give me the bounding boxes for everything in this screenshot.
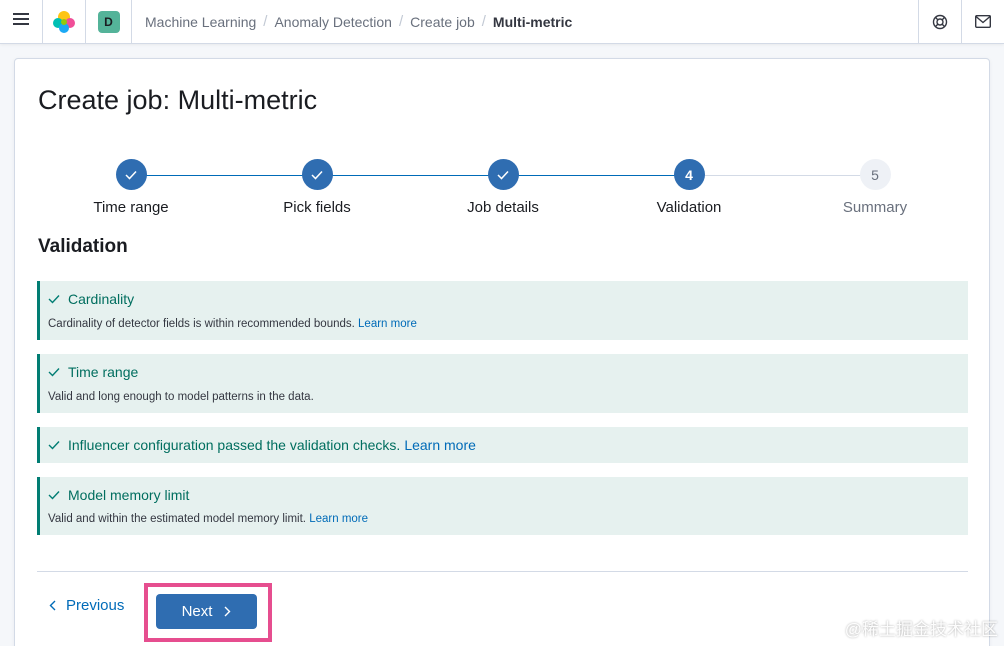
callout-body: Valid and within the estimated model mem… <box>48 513 368 525</box>
wizard-steps: Time range Pick fields Job details 4 Val… <box>15 159 991 219</box>
callout-header: Influencer configuration passed the vali… <box>48 437 476 453</box>
step-label: Time range <box>93 199 169 216</box>
page-title: Create job: Multi-metric <box>38 85 318 115</box>
step-label: Pick fields <box>283 199 351 216</box>
divider <box>37 571 968 572</box>
top-header: D Machine Learning / Anomaly Detection /… <box>0 0 1004 44</box>
space-avatar: D <box>97 10 120 33</box>
step-number-badge: 5 <box>859 159 891 190</box>
step-job-details[interactable]: Job details <box>423 159 583 216</box>
step-summary: 5 Summary <box>795 159 955 216</box>
callout-header: Cardinality <box>48 291 134 307</box>
callout-body: Cardinality of detector fields is within… <box>48 318 417 330</box>
callout-header: Time range <box>48 364 138 380</box>
chevron-left-icon <box>49 600 56 611</box>
mail-icon <box>975 15 991 28</box>
create-job-panel: Create job: Multi-metric Time range Pick… <box>14 58 990 646</box>
callout-header: Model memory limit <box>48 487 189 503</box>
breadcrumb-separator: / <box>263 13 268 30</box>
validation-callout-model-memory: Model memory limit Valid and within the … <box>37 477 968 535</box>
hamburger-icon <box>13 12 29 31</box>
callout-title: Cardinality <box>68 291 135 307</box>
newsfeed-button[interactable] <box>961 0 1004 43</box>
step-pick-fields[interactable]: Pick fields <box>237 159 397 216</box>
next-button[interactable]: Next <box>156 594 257 629</box>
step-label: Validation <box>656 199 722 216</box>
breadcrumb-create-job[interactable]: Create job <box>410 14 475 30</box>
callout-title: Influencer configuration passed the vali… <box>68 437 401 453</box>
step-label: Summary <box>842 199 908 216</box>
callout-body: Valid and long enough to model patterns … <box>48 391 314 403</box>
step-number-badge: 4 <box>673 159 705 190</box>
learn-more-link[interactable]: Learn more <box>358 318 417 330</box>
learn-more-link[interactable]: Learn more <box>309 513 368 525</box>
help-icon <box>932 14 948 29</box>
breadcrumb-separator: / <box>481 13 486 30</box>
callout-text: Valid and within the estimated model mem… <box>48 513 307 525</box>
step-label: Job details <box>467 199 539 216</box>
check-icon <box>497 170 509 180</box>
callout-text: Valid and long enough to model patterns … <box>48 391 314 403</box>
previous-button-label: Previous <box>66 597 125 614</box>
step-time-range[interactable]: Time range <box>51 159 211 216</box>
space-selector[interactable]: D <box>86 0 132 43</box>
check-icon <box>48 440 60 450</box>
elastic-logo-icon <box>53 10 75 33</box>
next-button-label: Next <box>181 603 213 620</box>
check-icon <box>48 490 60 500</box>
breadcrumb-multi-metric: Multi-metric <box>492 13 573 30</box>
help-button[interactable] <box>918 0 961 43</box>
check-icon <box>48 294 60 304</box>
breadcrumb-separator: / <box>398 13 404 30</box>
callout-text: Cardinality of detector fields is within… <box>48 318 355 330</box>
step-complete-badge <box>115 159 147 190</box>
callout-title: Model memory limit <box>68 487 190 503</box>
step-complete-badge <box>301 159 333 190</box>
validation-callout-time-range: Time range Valid and long enough to mode… <box>37 354 968 413</box>
watermark: @稀土掘金技术社区 <box>844 620 998 639</box>
validation-callout-influencers: Influencer configuration passed the vali… <box>37 427 968 463</box>
section-title: Validation <box>38 236 128 257</box>
validation-callout-cardinality: Cardinality Cardinality of detector fiel… <box>37 281 968 340</box>
previous-button[interactable]: Previous <box>49 597 124 614</box>
check-icon <box>311 170 323 180</box>
breadcrumb-anomaly-detection[interactable]: Anomaly Detection <box>274 14 392 30</box>
step-complete-badge <box>487 159 519 190</box>
step-validation[interactable]: 4 Validation <box>609 159 769 216</box>
check-icon <box>125 170 137 180</box>
learn-more-link[interactable]: Learn more <box>404 437 476 453</box>
check-icon <box>48 367 60 377</box>
breadcrumb: Machine Learning / Anomaly Detection / C… <box>145 0 572 43</box>
callout-title: Time range <box>68 364 139 380</box>
menu-button[interactable] <box>0 0 43 43</box>
breadcrumb-machine-learning[interactable]: Machine Learning <box>145 14 256 30</box>
elastic-logo[interactable] <box>43 0 86 43</box>
chevron-right-icon <box>224 606 231 617</box>
